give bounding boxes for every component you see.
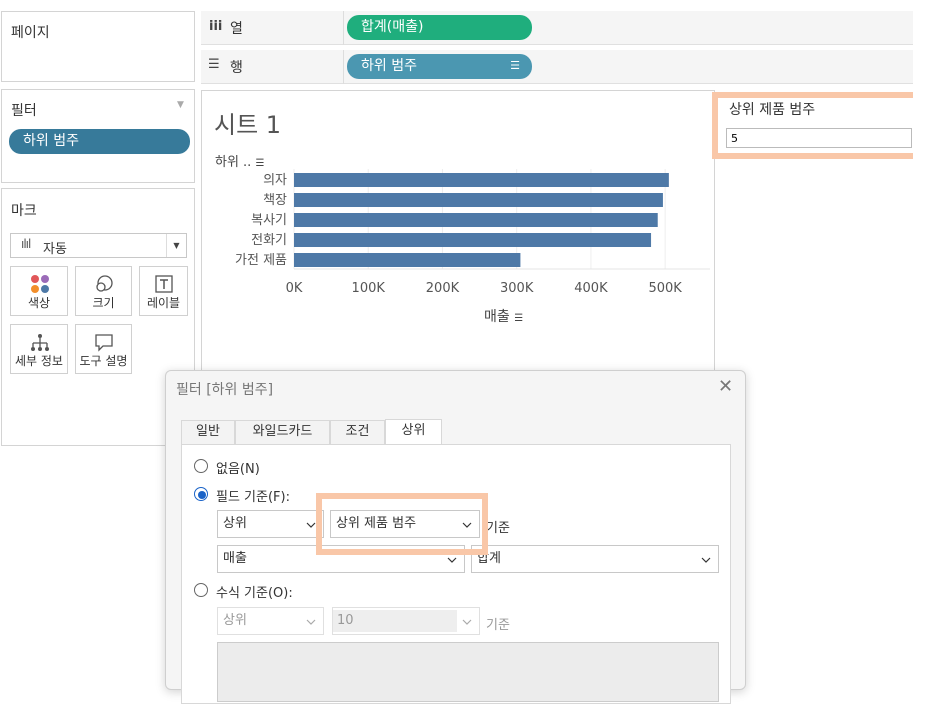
rows-shelf-divider — [343, 50, 344, 84]
mark-color-button[interactable]: 색상 — [10, 266, 68, 316]
mark-color-label: 색상 — [27, 296, 51, 310]
size-circles-icon — [96, 275, 113, 292]
rows-pill-subcategory[interactable]: 하위 범주 ☰ — [347, 54, 532, 79]
category-label: 책장 — [263, 193, 287, 208]
aggregation-select[interactable]: 합계 — [471, 545, 719, 573]
radio-formula-label: 수식 기준(O): — [216, 586, 293, 601]
bar-chart: 의자책장복사기전화기가전 제품 0K 100K 200K 300K 400K 500K — [235, 169, 710, 296]
field-direction-select[interactable]: 상위 — [217, 510, 324, 538]
chevron-down-icon — [306, 619, 316, 625]
x-tick-label: 0K — [286, 281, 303, 296]
chevron-down-icon — [447, 557, 457, 563]
filter-dialog: 필터 [하위 범주] ✕ 일반 와일드카드 조건 상위 없음(N) 필드 기준(… — [165, 370, 746, 704]
filters-card: 필터 ▼ 하위 범주 — [1, 89, 195, 183]
label-t-icon — [155, 275, 173, 293]
x-axis-title: 매출 ☰ — [484, 306, 523, 326]
radio-field-label: 필드 기준(F): — [216, 490, 290, 505]
rows-shelf-icon: ☰ — [208, 57, 220, 72]
bar-4[interactable] — [294, 253, 521, 267]
mark-label-button[interactable]: 레이블 — [139, 266, 188, 316]
x-tick-label: 500K — [648, 281, 682, 296]
rows-shelf[interactable]: ☰ 행 하위 범주 ☰ — [201, 50, 913, 84]
bar-3[interactable] — [294, 233, 652, 247]
mark-detail-button[interactable]: 세부 정보 — [10, 324, 68, 374]
formula-basis-label: 기준 — [486, 618, 510, 633]
x-axis-title-text: 매출 — [484, 309, 510, 325]
marks-card-title: 마크 — [11, 203, 37, 219]
sheet-view: 시트 1 하위 .. ☰ 의자 책장 복사기 전화기 가전 제품 0K 100K 200K 30… — [201, 90, 715, 380]
field-direction-value: 상위 — [223, 516, 247, 531]
parameter-input[interactable] — [726, 128, 912, 148]
columns-shelf[interactable]: iii 열 합계(매출) — [201, 11, 913, 45]
close-icon[interactable]: ✕ — [718, 376, 733, 397]
formula-count-value: 10 — [337, 613, 354, 628]
tab-condition[interactable]: 조건 — [330, 420, 385, 444]
tooltip-bubble-icon — [95, 334, 113, 352]
mark-type-value: 자동 — [43, 242, 67, 257]
measure-value: 매출 — [223, 551, 247, 566]
tab-top[interactable]: 상위 — [385, 419, 442, 445]
rows-shelf-label: 행 — [230, 60, 243, 76]
mark-label-label: 레이블 — [146, 296, 181, 310]
radio-field[interactable] — [194, 487, 208, 501]
category-label: 의자 — [263, 173, 287, 188]
x-axis-sort-icon: ☰ — [514, 313, 524, 324]
bar-1[interactable] — [294, 193, 663, 207]
mark-detail-label: 세부 정보 — [15, 354, 63, 368]
detail-tree-icon — [31, 334, 49, 351]
category-label: 전화기 — [251, 233, 287, 248]
tab-content: 없음(N) 필드 기준(F): 상위 상위 제품 범주 기준 매출 합계 수식 … — [181, 444, 731, 704]
bar-2[interactable] — [294, 213, 658, 227]
dialog-title: 필터 [하위 범주] — [176, 382, 274, 398]
columns-shelf-label: 열 — [230, 21, 243, 37]
sort-descending-icon: ☰ — [510, 59, 520, 72]
field-parameter-highlight — [316, 493, 488, 555]
columns-shelf-divider — [343, 11, 344, 45]
right-gutter — [913, 0, 938, 677]
bar-0[interactable] — [294, 173, 669, 187]
rows-pill-label: 하위 범주 — [361, 58, 417, 74]
x-tick-label: 200K — [426, 281, 460, 296]
pages-card-title: 페이지 — [11, 25, 50, 41]
category-label: 가전 제품 — [235, 253, 287, 268]
parameter-title: 상위 제품 범주 — [729, 102, 816, 118]
color-dots-icon — [31, 275, 49, 293]
formula-count-select[interactable]: 10 — [332, 607, 480, 635]
radio-none[interactable] — [194, 459, 208, 473]
mark-type-select[interactable]: ılıl 자동 ▼ — [10, 233, 187, 258]
mark-tooltip-button[interactable]: 도구 설명 — [75, 324, 132, 374]
pages-card: 페이지 — [1, 11, 195, 82]
formula-editor[interactable] — [217, 642, 719, 702]
filter-pill-subcategory[interactable]: 하위 범주 — [9, 129, 190, 154]
radio-formula[interactable] — [194, 583, 208, 597]
formula-direction-value: 상위 — [223, 613, 247, 628]
tab-wildcard[interactable]: 와일드카드 — [235, 420, 330, 444]
chevron-down-icon — [306, 522, 316, 528]
bar-chart-icon: ılıl — [21, 237, 31, 251]
mark-size-button[interactable]: 크기 — [75, 266, 132, 316]
columns-shelf-icon: iii — [209, 19, 223, 34]
mark-type-chevron-icon: ▼ — [166, 234, 186, 257]
category-label: 복사기 — [251, 213, 287, 228]
mark-size-label: 크기 — [92, 296, 115, 310]
x-tick-label: 400K — [574, 281, 608, 296]
x-tick-label: 300K — [500, 281, 534, 296]
columns-pill-sum-sales[interactable]: 합계(매출) — [347, 15, 532, 40]
radio-none-label: 없음(N) — [216, 462, 260, 477]
chevron-down-icon — [462, 619, 472, 625]
filters-card-title: 필터 — [11, 103, 37, 119]
filters-dropdown-icon[interactable]: ▼ — [177, 100, 184, 110]
field-basis-label: 기준 — [486, 521, 510, 536]
formula-direction-select[interactable]: 상위 — [217, 607, 324, 635]
tab-general[interactable]: 일반 — [181, 420, 235, 444]
x-tick-label: 100K — [352, 281, 386, 296]
mark-tooltip-label: 도구 설명 — [79, 354, 128, 368]
chevron-down-icon — [701, 557, 711, 563]
